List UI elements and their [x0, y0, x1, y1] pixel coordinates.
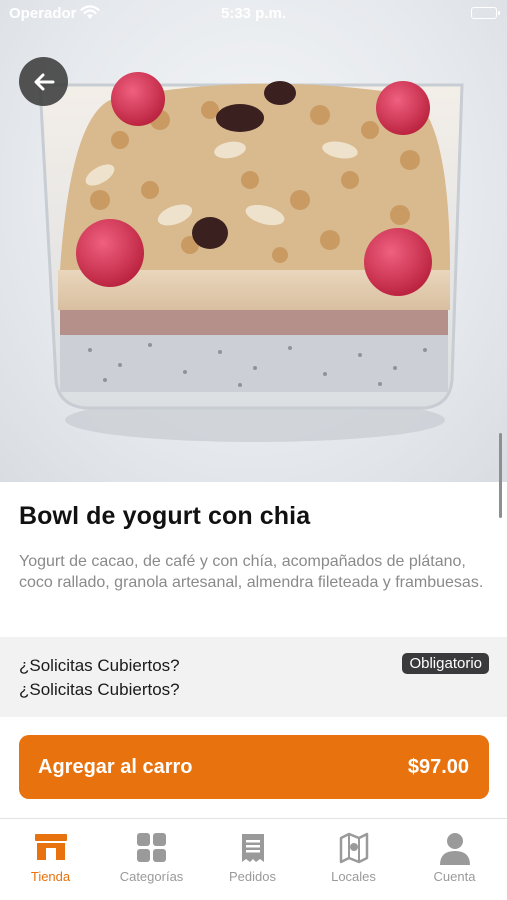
add-to-cart-label: Agregar al carro — [38, 756, 193, 778]
person-icon — [439, 832, 471, 871]
scroll-indicator[interactable] — [499, 433, 502, 518]
add-to-cart-button[interactable]: Agregar al carro $97.00 — [19, 735, 489, 799]
tab-label: Tienda — [30, 869, 71, 884]
receipt-icon — [240, 832, 266, 869]
tab-pedidos[interactable]: Pedidos — [202, 819, 303, 900]
option-subtitle: ¿Solicitas Cubiertos? — [19, 680, 180, 699]
product-image — [0, 0, 507, 482]
arrow-left-icon — [34, 73, 54, 90]
option-title: ¿Solicitas Cubiertos? — [19, 656, 180, 675]
status-bar: Operador 5:33 p.m. — [0, 0, 507, 28]
tab-cuenta[interactable]: Cuenta — [404, 819, 505, 900]
tab-label: Categorías — [119, 869, 184, 884]
tab-label: Locales — [331, 869, 376, 884]
price-label: $97.00 — [407, 756, 469, 778]
back-button[interactable] — [19, 57, 68, 106]
product-description: Yogurt de cacao, de café y con chía, aco… — [19, 553, 484, 591]
cutlery-option-section[interactable] — [0, 637, 507, 717]
tab-categorias[interactable]: Categorías — [101, 819, 202, 900]
tab-label: Pedidos — [229, 869, 276, 884]
map-icon — [339, 832, 369, 869]
clock: 5:33 p.m. — [220, 5, 287, 22]
required-badge: Obligatorio — [402, 653, 489, 674]
tab-tienda[interactable]: Tienda — [0, 819, 101, 900]
tab-label: Cuenta — [433, 869, 476, 884]
tab-bar: Tienda Categorías Pedidos Locales Cuenta — [0, 818, 507, 900]
battery-icon — [471, 7, 500, 19]
tab-locales[interactable]: Locales — [303, 819, 404, 900]
store-icon — [33, 832, 69, 867]
product-title: Bowl de yogurt con chia — [19, 502, 311, 530]
grid-icon — [136, 832, 168, 869]
